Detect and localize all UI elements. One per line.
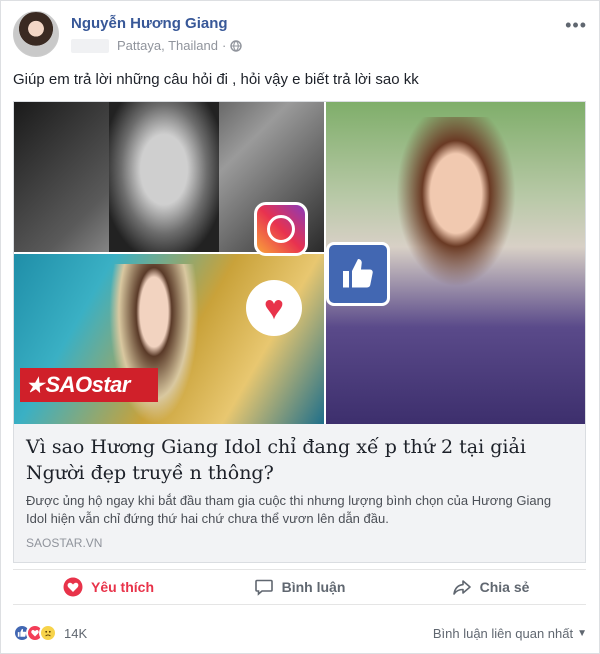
reaction-count[interactable]: 14K xyxy=(64,626,87,641)
location-link[interactable]: Pattaya, Thailand xyxy=(117,38,218,53)
link-text-block[interactable]: Vì sao Hương Giang Idol chỉ đang xế p th… xyxy=(14,424,585,562)
post-card: Nguyễn Hương Giang Pattaya, Thailand · •… xyxy=(0,0,600,654)
globe-icon[interactable] xyxy=(230,39,242,52)
link-domain: SAOSTAR.VN xyxy=(26,536,103,550)
love-button[interactable]: Yêu thích xyxy=(13,570,204,604)
link-image-collage[interactable]: ♥ ★ SAOstar xyxy=(14,102,585,424)
comment-button[interactable]: Bình luận xyxy=(204,570,395,604)
link-description: Được ủng hộ ngay khi bắt đầu tham gia cu… xyxy=(26,493,552,526)
comment-icon xyxy=(254,579,273,596)
sad-reaction-icon xyxy=(39,624,57,642)
comment-sort-dropdown[interactable]: Bình luận liên quan nhất ▼ xyxy=(433,626,587,641)
post-header: Nguyễn Hương Giang Pattaya, Thailand · •… xyxy=(13,11,587,61)
reaction-summary[interactable]: 14K Bình luận liên quan nhất ▼ xyxy=(13,621,587,645)
saostar-logo: ★ SAOstar xyxy=(20,368,158,402)
chevron-down-icon: ▼ xyxy=(577,627,587,639)
thumbs-up-icon xyxy=(326,242,390,306)
heart-icon: ♥ xyxy=(246,280,302,336)
timestamp-redacted xyxy=(71,38,109,53)
instagram-icon xyxy=(254,202,308,256)
post-meta: Pattaya, Thailand · xyxy=(71,38,242,53)
action-bar: Yêu thích Bình luận Chia sẻ xyxy=(13,569,586,605)
love-icon xyxy=(63,577,83,597)
share-icon xyxy=(452,580,471,595)
post-text: Giúp em trả lời những câu hỏi đi , hỏi v… xyxy=(13,71,419,88)
more-options-icon[interactable]: ••• xyxy=(565,15,587,36)
separator-dot: · xyxy=(221,38,227,53)
share-button[interactable]: Chia sẻ xyxy=(395,570,586,604)
link-preview[interactable]: ♥ ★ SAOstar Vì sao Hương Giang Idol chỉ đ… xyxy=(13,101,586,563)
author-name[interactable]: Nguyễn Hương Giang xyxy=(71,15,228,32)
link-title[interactable]: Vì sao Hương Giang Idol chỉ đang xế p th… xyxy=(26,434,573,486)
avatar[interactable] xyxy=(13,11,59,57)
